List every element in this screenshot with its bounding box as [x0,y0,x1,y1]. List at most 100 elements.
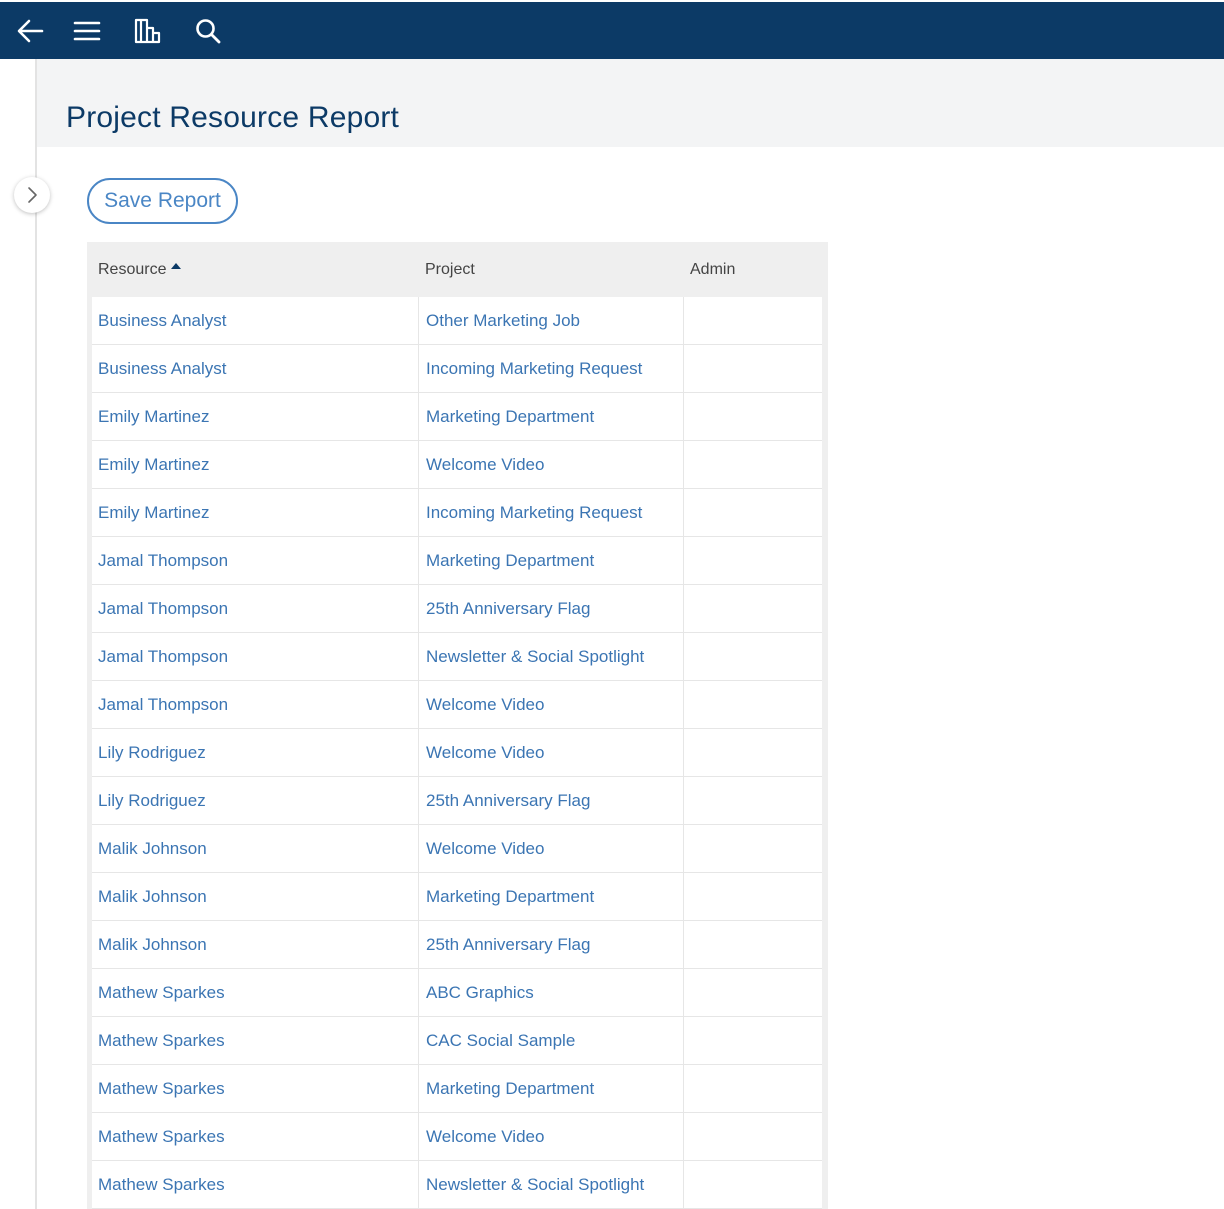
menu-button[interactable] [57,2,117,59]
table-row: Business Analyst Incoming Marketing Reque… [92,345,822,393]
table-row: Malik Johnson 25th Anniversary Flag [92,921,822,969]
resource-link[interactable]: Malik Johnson [98,873,418,920]
admin-cell [683,873,822,920]
resource-link[interactable]: Business Analyst [98,297,418,344]
table-row: Lily Rodriguez 25th Anniversary Flag [92,777,822,825]
sort-ascending-icon [171,262,182,269]
column-divider [418,297,419,344]
column-divider [418,345,419,392]
table-row: Jamal Thompson 25th Anniversary Flag [92,585,822,633]
expand-panel-button[interactable] [14,177,50,213]
admin-cell [683,537,822,584]
resource-link[interactable]: Malik Johnson [98,921,418,968]
project-link[interactable]: ABC Graphics [426,969,682,1016]
column-header-project[interactable]: Project [425,242,475,297]
resource-link[interactable]: Mathew Sparkes [98,969,418,1016]
resource-link[interactable]: Mathew Sparkes [98,1065,418,1112]
project-link[interactable]: CAC Social Sample [426,1017,682,1064]
column-divider [418,921,419,968]
admin-cell [683,777,822,824]
admin-cell [683,1017,822,1064]
table-row: Emily Martinez Welcome Video [92,441,822,489]
column-divider [418,777,419,824]
table-row: Mathew Sparkes CAC Social Sample [92,1017,822,1065]
admin-cell [683,681,822,728]
arrow-left-icon [17,19,44,42]
resource-link[interactable]: Emily Martinez [98,489,418,536]
table-row: Jamal Thompson Marketing Department [92,537,822,585]
search-button[interactable] [178,2,238,59]
resource-link[interactable]: Jamal Thompson [98,681,418,728]
project-link[interactable]: Newsletter & Social Spotlight [426,1161,682,1208]
project-link[interactable]: 25th Anniversary Flag [426,921,682,968]
resource-link[interactable]: Mathew Sparkes [98,1017,418,1064]
project-link[interactable]: 25th Anniversary Flag [426,777,682,824]
project-link[interactable]: Marketing Department [426,1065,682,1112]
resource-link[interactable]: Lily Rodriguez [98,729,418,776]
back-button[interactable] [0,2,60,59]
project-link[interactable]: Welcome Video [426,729,682,776]
project-link[interactable]: Incoming Marketing Request [426,489,682,536]
project-link[interactable]: Welcome Video [426,825,682,872]
table-row: Mathew Sparkes Newsletter & Social Spotli… [92,1161,822,1209]
resource-link[interactable]: Jamal Thompson [98,537,418,584]
project-link[interactable]: Welcome Video [426,441,682,488]
project-link[interactable]: Newsletter & Social Spotlight [426,633,682,680]
search-icon [196,18,221,43]
project-link[interactable]: Welcome Video [426,681,682,728]
admin-cell [683,921,822,968]
project-link[interactable]: 25th Anniversary Flag [426,585,682,632]
column-divider [418,537,419,584]
resource-link[interactable]: Emily Martinez [98,441,418,488]
table-body: Business Analyst Other Marketing Job Busin… [92,297,822,1209]
admin-cell [683,441,822,488]
resource-link[interactable]: Mathew Sparkes [98,1161,418,1208]
project-link[interactable]: Marketing Department [426,537,682,584]
save-report-button[interactable]: Save Report [87,178,238,224]
column-header-admin[interactable]: Admin [690,242,735,297]
hamburger-menu-icon [73,21,101,40]
project-link[interactable]: Marketing Department [426,393,682,440]
admin-cell [683,969,822,1016]
table-row: Emily Martinez Marketing Department [92,393,822,441]
resource-link[interactable]: Mathew Sparkes [98,1113,418,1160]
project-link[interactable]: Other Marketing Job [426,297,682,344]
resource-link[interactable]: Emily Martinez [98,393,418,440]
column-divider [418,489,419,536]
table-row: Malik Johnson Welcome Video [92,825,822,873]
page-title: Project Resource Report [66,101,400,134]
admin-cell [683,1065,822,1112]
column-divider [418,1017,419,1064]
admin-cell [683,345,822,392]
reports-button[interactable] [117,2,177,59]
resource-link[interactable]: Jamal Thompson [98,585,418,632]
table-row: Lily Rodriguez Welcome Video [92,729,822,777]
table-row: Mathew Sparkes ABC Graphics [92,969,822,1017]
project-link[interactable]: Welcome Video [426,1113,682,1160]
column-divider [418,585,419,632]
chevron-right-icon [28,187,37,203]
column-divider [418,1161,419,1208]
admin-cell [683,1113,822,1160]
admin-cell [683,729,822,776]
resource-link[interactable]: Business Analyst [98,345,418,392]
column-header-label: Project [425,260,475,278]
resource-link[interactable]: Malik Johnson [98,825,418,872]
bar-chart-icon [134,18,161,43]
column-divider [418,1113,419,1160]
admin-cell [683,393,822,440]
project-link[interactable]: Incoming Marketing Request [426,345,682,392]
admin-cell [683,633,822,680]
column-header-resource[interactable]: Resource [98,242,182,297]
admin-cell [683,489,822,536]
admin-cell [683,585,822,632]
table-row: Mathew Sparkes Marketing Department [92,1065,822,1113]
admin-cell [683,297,822,344]
column-divider [418,681,419,728]
resource-link[interactable]: Lily Rodriguez [98,777,418,824]
project-link[interactable]: Marketing Department [426,873,682,920]
column-divider [418,873,419,920]
top-toolbar [0,2,1224,59]
table-header: Resource Project Admin [87,242,828,297]
resource-link[interactable]: Jamal Thompson [98,633,418,680]
